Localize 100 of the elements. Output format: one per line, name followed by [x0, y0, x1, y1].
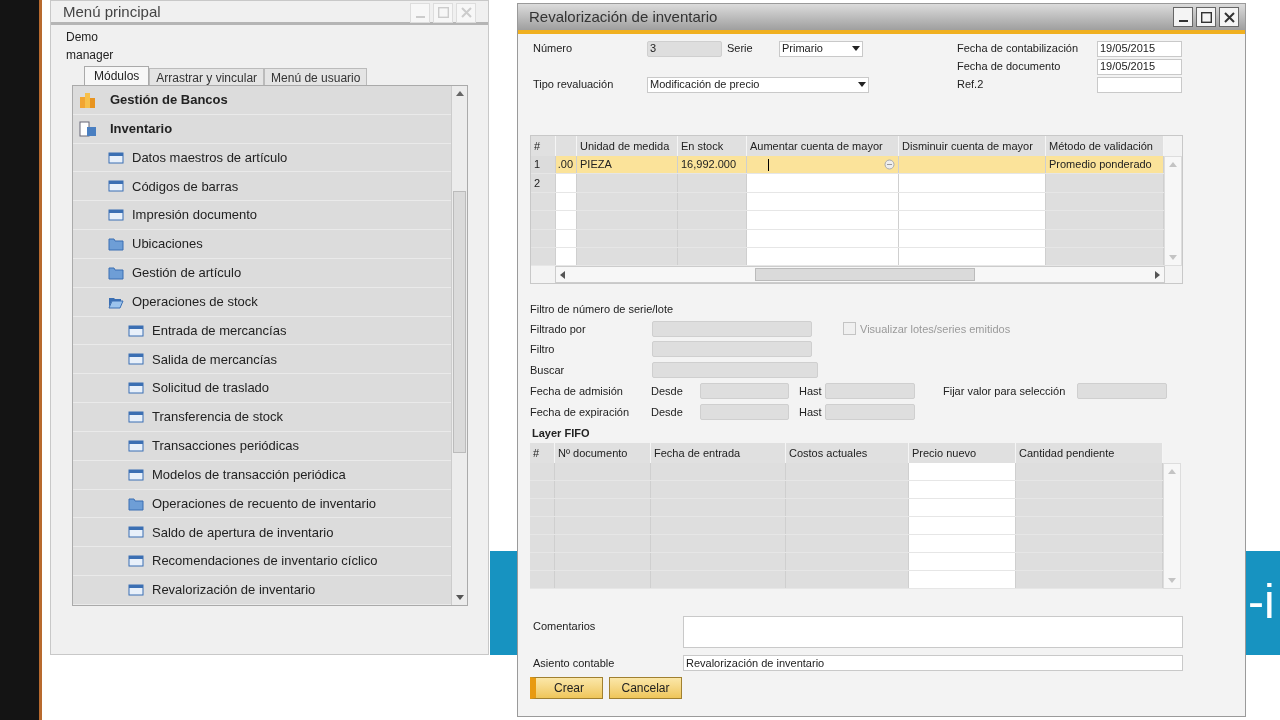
field-label: Número — [532, 41, 574, 57]
field-label: Fecha de documento — [957, 59, 1062, 75]
column-header: En stock — [678, 136, 747, 156]
scroll-down-icon — [1168, 578, 1176, 584]
table-cell[interactable] — [909, 553, 1016, 571]
minimize-icon — [1178, 20, 1188, 22]
table-cell[interactable] — [909, 535, 1016, 553]
menu-item[interactable]: Salida de mercancías — [73, 345, 451, 375]
journal-field[interactable]: Revalorización de inventario — [683, 655, 1183, 672]
company-name: Demo — [65, 29, 99, 46]
user-name: manager — [65, 47, 115, 64]
close-button[interactable] — [1219, 7, 1239, 27]
column-header: # — [531, 136, 556, 156]
table-cell[interactable] — [747, 174, 899, 192]
menu-item[interactable]: Gestión de Bancos — [73, 86, 451, 115]
field-label: Comentarios — [532, 619, 597, 635]
column-header: Método de validación — [1046, 136, 1164, 156]
input-field[interactable] — [1097, 76, 1182, 93]
table-cell[interactable] — [909, 571, 1016, 589]
field-label: Asiento contable — [532, 656, 616, 672]
table-cell: 16,992.000 — [678, 156, 747, 174]
tab[interactable]: Módulos — [84, 66, 150, 85]
table-cell: Promedio ponderado — [1046, 156, 1164, 174]
scrollbar[interactable] — [1163, 463, 1181, 590]
close-icon — [460, 7, 472, 18]
table-cell[interactable] — [909, 517, 1016, 535]
scroll-up-icon — [1168, 469, 1176, 475]
menu-item[interactable]: Recomendaciones de inventario cíclico — [73, 547, 451, 577]
menu-item[interactable]: Revalorización de inventario — [73, 576, 451, 605]
table-cell[interactable] — [747, 156, 899, 174]
table-cell[interactable] — [899, 211, 1046, 229]
field-label: Desde — [651, 383, 684, 399]
window-icon — [128, 525, 144, 540]
menu-item[interactable]: Entrada de mercancías — [73, 316, 451, 346]
window-title: Revalorización de inventario — [529, 6, 718, 27]
field-label: Filtro — [530, 342, 556, 358]
table-row[interactable]: 2 — [531, 174, 1164, 193]
menu-item[interactable]: Impresión documento — [73, 201, 451, 231]
menu-item[interactable]: Solicitud de traslado — [73, 374, 451, 404]
table-cell[interactable]: .00 — [556, 156, 577, 174]
table-row[interactable]: 1 .00 PIEZA 16,992.000 Promedio ponderado — [531, 156, 1164, 175]
menu-item[interactable]: Operaciones de recuento de inventario — [73, 489, 451, 519]
scrollbar[interactable] — [1164, 156, 1182, 267]
banner-text: -i — [1248, 578, 1275, 626]
menu-item[interactable]: Transferencia de stock — [73, 403, 451, 432]
tab[interactable]: Menú de usuario — [264, 68, 368, 85]
table-cell: 1 — [531, 156, 556, 174]
comments-field[interactable] — [683, 616, 1183, 649]
window-title: Menú principal — [63, 2, 161, 23]
table-cell[interactable] — [899, 156, 1046, 174]
series-dropdown[interactable]: Primario — [779, 40, 863, 57]
column-header: Fecha de entrada — [651, 443, 786, 464]
window-icon — [128, 352, 144, 367]
column-header: Aumentar cuenta de mayor — [747, 136, 899, 156]
menu-item[interactable]: Operaciones de stock — [73, 287, 451, 317]
column-header: Unidad de medida — [577, 136, 678, 156]
button[interactable]: Cancelar — [609, 677, 682, 700]
menu-item[interactable]: Datos maestros de artículo — [73, 143, 451, 173]
menu-item[interactable]: Modelos de transacción periódica — [73, 460, 451, 490]
table-cell[interactable] — [747, 211, 899, 229]
button[interactable]: Crear — [530, 677, 603, 700]
scrollbar[interactable] — [451, 86, 467, 605]
dropdown-arrow-icon — [858, 81, 866, 88]
maximize-button[interactable] — [1196, 7, 1216, 27]
scroll-down-icon — [1169, 255, 1177, 261]
field-label: Desde — [651, 404, 684, 420]
date-field[interactable]: 19/05/2015 — [1097, 40, 1182, 57]
table-cell[interactable] — [909, 481, 1016, 499]
menu-item[interactable]: Saldo de apertura de inventario — [73, 518, 451, 548]
horizontal-scrollbar[interactable] — [555, 266, 1165, 284]
date-field[interactable]: 19/05/2015 — [1097, 58, 1182, 75]
column-header: Cantidad pendiente — [1016, 443, 1163, 464]
menu-item[interactable]: Ubicaciones — [73, 230, 451, 259]
table-cell — [678, 174, 747, 192]
menu-item[interactable]: Inventario — [73, 114, 451, 144]
minimize-button[interactable] — [1173, 7, 1193, 27]
field-label: Hast — [798, 404, 823, 420]
maximize-icon — [437, 7, 449, 18]
field-label: Serie — [726, 41, 754, 57]
window-icon — [128, 410, 144, 424]
table-cell[interactable] — [909, 499, 1016, 517]
table-cell[interactable] — [899, 174, 1046, 192]
field-label: Fecha de expiración — [530, 404, 631, 420]
grid-icon — [78, 119, 98, 138]
tab[interactable]: Arrastrar y vincular — [149, 68, 265, 85]
table-cell[interactable] — [909, 463, 1016, 481]
window-icon — [128, 583, 144, 597]
checkbox-label: Visualizar lotes/series emitidos — [860, 321, 1011, 337]
table-cell[interactable] — [556, 211, 577, 229]
column-header: Nº documento — [555, 443, 651, 464]
close-icon — [1223, 11, 1235, 23]
type-dropdown[interactable]: Modificación de precio — [647, 76, 869, 93]
field-label: Fijar valor para selección — [943, 383, 1066, 399]
column-header: Disminuir cuenta de mayor — [899, 136, 1046, 156]
table-cell[interactable] — [556, 174, 577, 192]
field-label: Hast — [798, 383, 823, 399]
menu-item[interactable]: Códigos de barras — [73, 172, 451, 202]
menu-item[interactable]: Gestión de artículo — [73, 258, 451, 288]
field-label: Tipo revaluación — [532, 77, 615, 93]
menu-item[interactable]: Transacciones periódicas — [73, 431, 451, 461]
